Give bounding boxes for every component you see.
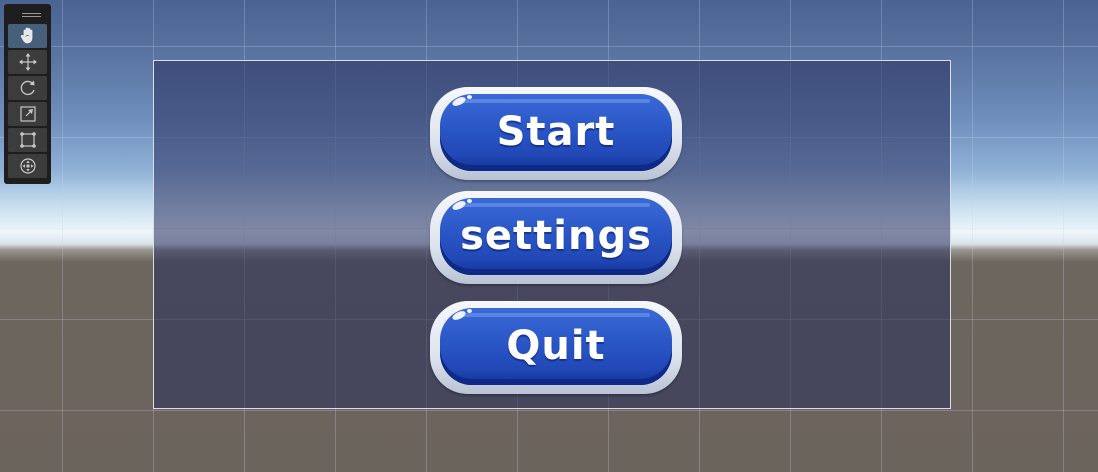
toolbar-drag-handle-icon[interactable] — [8, 4, 47, 24]
tool-palette — [4, 4, 51, 184]
scale-tool-button[interactable] — [8, 102, 47, 126]
quit-button-label: Quit — [506, 322, 606, 369]
start-button-label: Start — [496, 108, 616, 155]
start-button[interactable]: Start — [430, 87, 682, 180]
quit-button[interactable]: Quit — [430, 301, 682, 394]
rotate-tool-button[interactable] — [8, 76, 47, 100]
hand-tool-button[interactable] — [8, 24, 47, 48]
scale-icon — [19, 106, 36, 122]
transform-tool-button[interactable] — [8, 154, 47, 178]
rotate-icon — [20, 80, 35, 96]
move-tool-button[interactable] — [8, 50, 47, 74]
settings-button-label: settings — [460, 212, 652, 259]
move-arrows-icon — [18, 53, 37, 71]
rect-transform-icon — [19, 132, 36, 148]
settings-button[interactable]: settings — [430, 191, 682, 284]
scene-view[interactable]: Start settings Quit — [0, 0, 1098, 472]
rect-tool-button[interactable] — [8, 128, 47, 152]
hand-icon — [20, 27, 32, 44]
transform-icon — [19, 158, 36, 174]
